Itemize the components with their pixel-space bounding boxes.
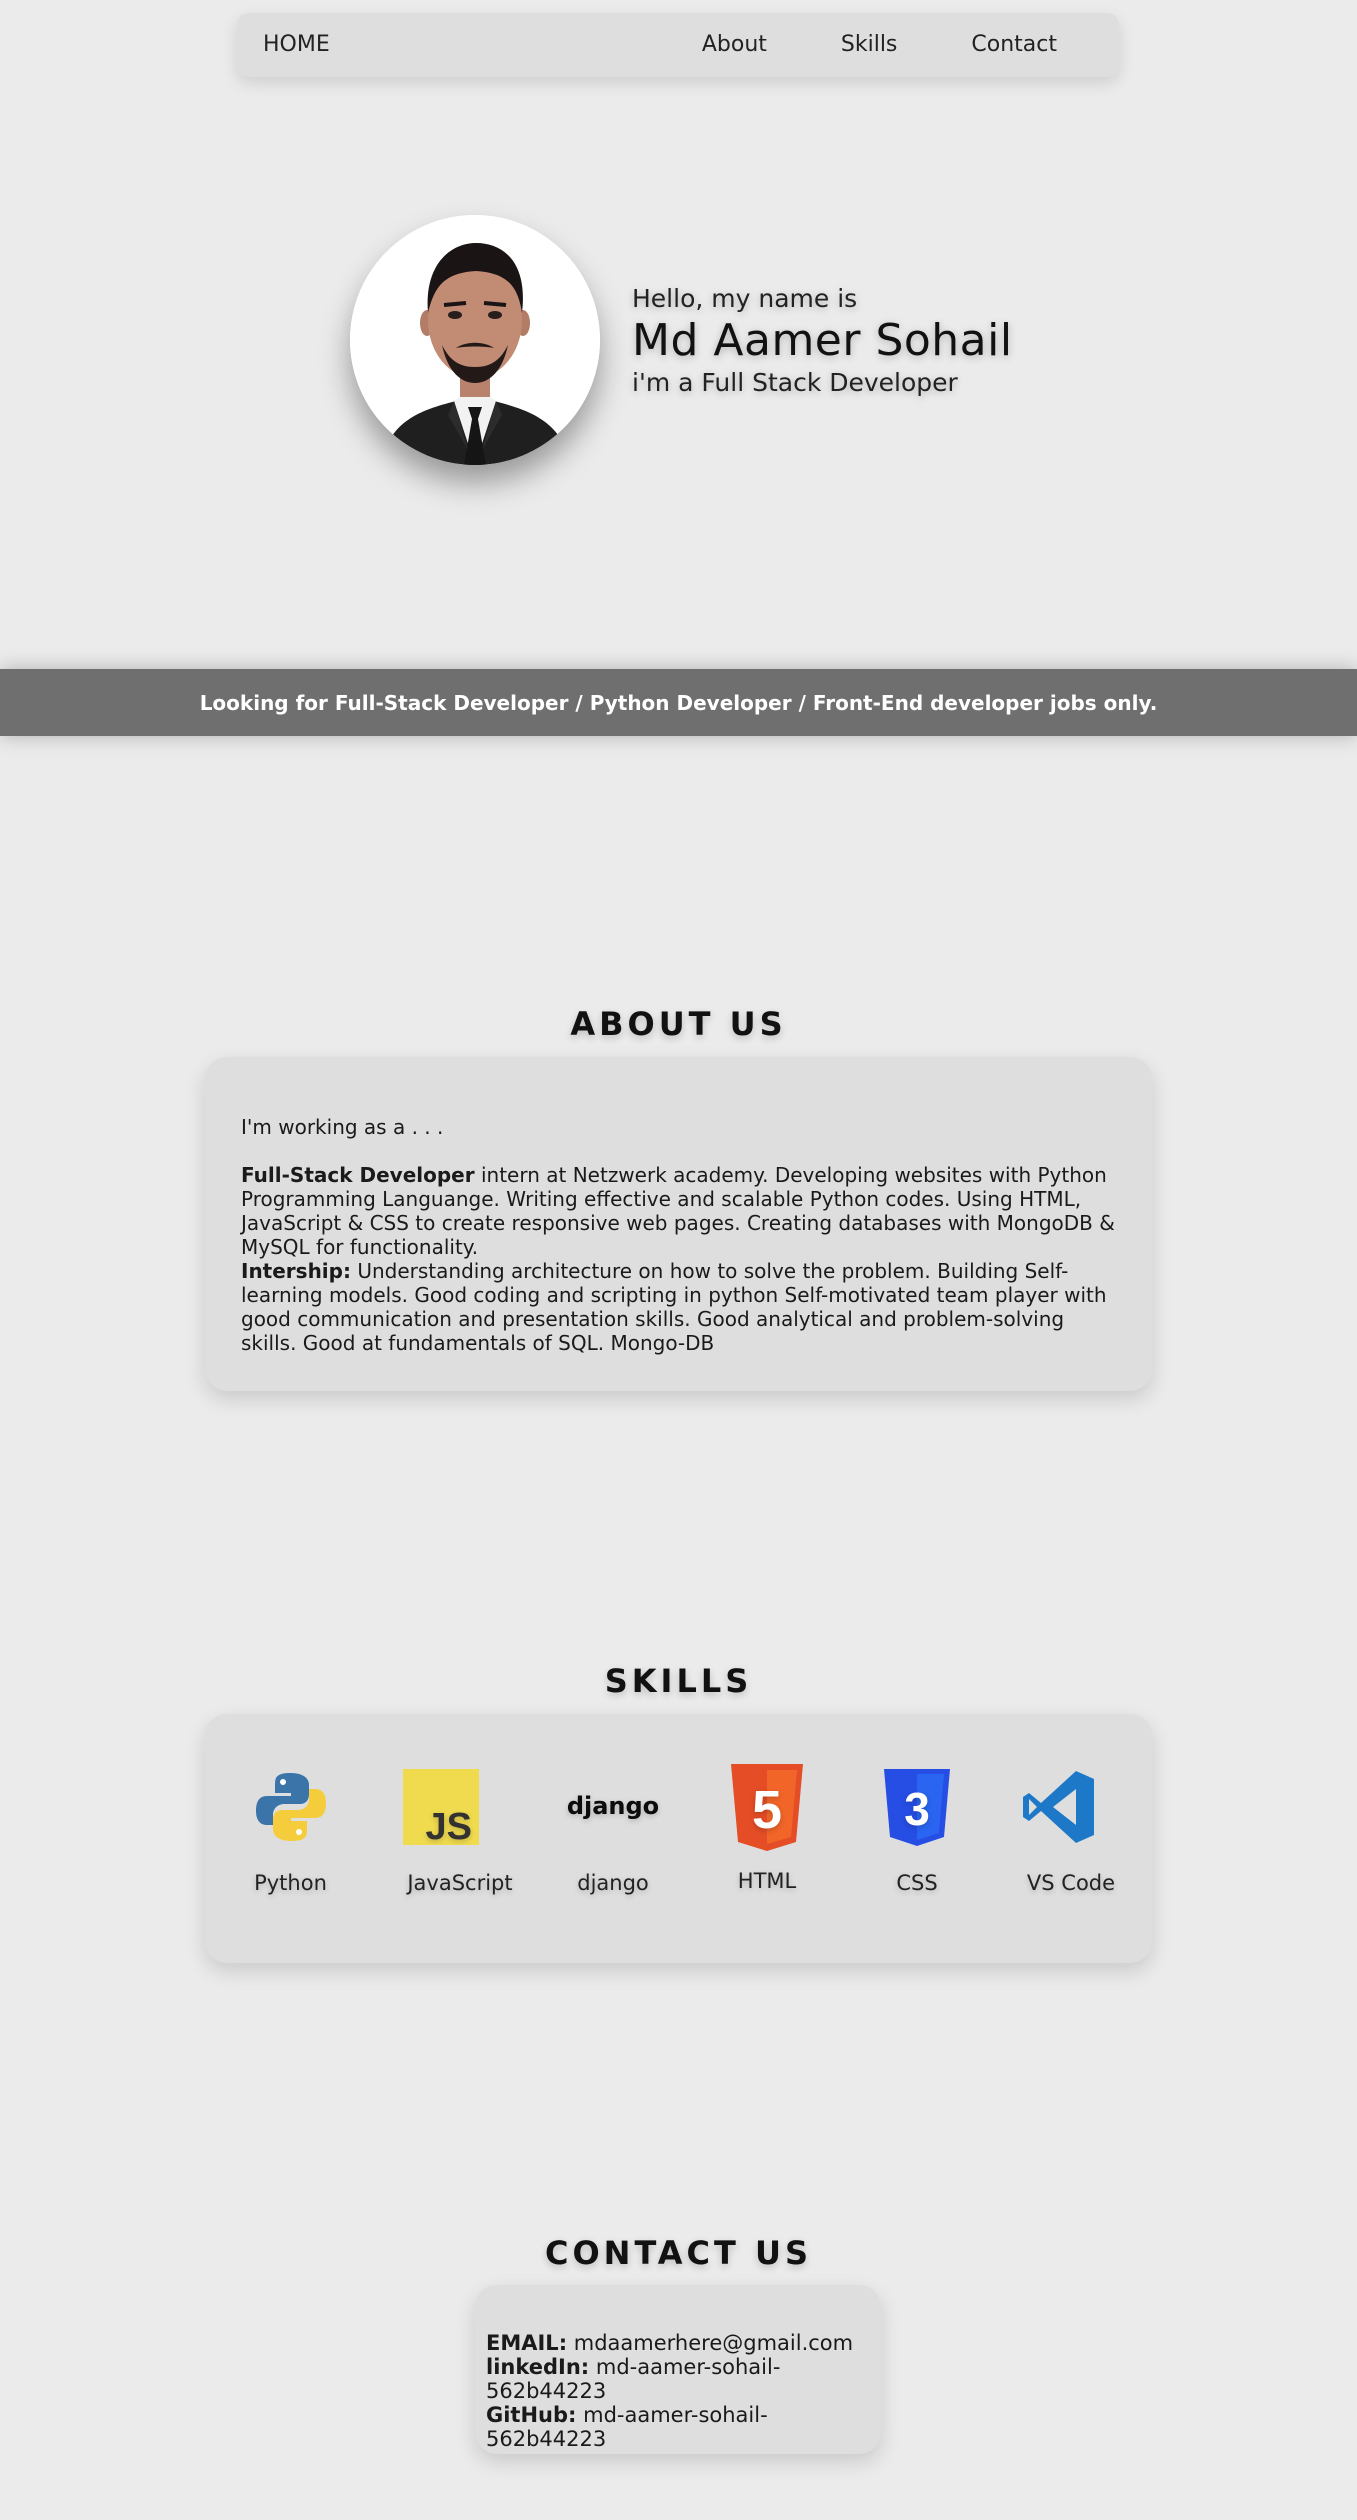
skill-python: Python <box>243 1769 338 1895</box>
skill-django: django django <box>563 1769 663 1895</box>
job-banner: Looking for Full-Stack Developer / Pytho… <box>0 669 1357 736</box>
nav-link-about[interactable]: About <box>702 32 767 57</box>
skill-html: 5 HTML <box>720 1764 814 1893</box>
skills-card: Python JS JavaScript django django 5 HTM… <box>205 1714 1152 1963</box>
javascript-logo-icon: JS <box>403 1769 479 1845</box>
skill-css: 3 CSS <box>870 1769 964 1895</box>
contact-github-label: GitHub: <box>486 2403 577 2427</box>
job-banner-text: Looking for Full-Stack Developer / Pytho… <box>199 690 1158 715</box>
about-title: ABOUT US <box>570 1005 787 1043</box>
about-card: I'm working as a . . . Full-Stack Develo… <box>205 1057 1152 1391</box>
profile-photo <box>350 215 600 465</box>
nav-link-skills[interactable]: Skills <box>841 32 898 57</box>
skill-javascript: JS JavaScript <box>395 1769 525 1895</box>
about-job: Full-Stack Developer intern at Netzwerk … <box>241 1163 1117 1259</box>
contact-email-value[interactable]: mdaamerhere@gmail.com <box>567 2331 853 2355</box>
skill-label: HTML <box>737 1869 797 1893</box>
contact-github: GitHub: md-aamer-sohail-562b44223 <box>486 2403 881 2451</box>
python-logo-icon <box>255 1773 326 1841</box>
nav-link-contact[interactable]: Contact <box>971 32 1057 57</box>
hero-role: i'm a Full Stack Developer <box>632 368 958 397</box>
javascript-logo-text: JS <box>426 1806 472 1845</box>
html5-logo-text: 5 <box>752 1780 782 1840</box>
skills-title: SKILLS <box>604 1662 753 1700</box>
contact-linkedin-label: linkedIn: <box>486 2355 590 2379</box>
contact-email: EMAIL: mdaamerhere@gmail.com <box>486 2331 881 2355</box>
contact-email-label: EMAIL: <box>486 2331 568 2355</box>
about-intern-text: Understanding architecture on how to sol… <box>241 1259 1107 1355</box>
contact-linkedin: linkedIn: md-aamer-sohail-562b44223 <box>486 2355 881 2403</box>
django-logo-text: django <box>567 1792 659 1820</box>
skill-label: JavaScript <box>407 1871 513 1895</box>
contact-title: CONTACT US <box>544 2234 813 2272</box>
django-logo-icon: django <box>567 1792 659 1820</box>
nav-links: About Skills Contact <box>702 32 1057 57</box>
html5-logo-icon: 5 <box>731 1764 803 1851</box>
top-nav: HOME About Skills Contact <box>237 13 1119 77</box>
css3-logo-icon: 3 <box>884 1769 950 1846</box>
person-portrait-icon <box>350 215 600 465</box>
about-internship: Intership: Understanding architecture on… <box>241 1259 1117 1355</box>
skill-label: Python <box>254 1871 327 1895</box>
skill-label: VS Code <box>1026 1871 1116 1895</box>
hero-name: Md Aamer Sohail <box>632 315 1013 366</box>
skill-label: CSS <box>896 1871 938 1895</box>
skill-label: django <box>577 1871 649 1895</box>
css3-logo-text: 3 <box>904 1783 930 1835</box>
about-intro: I'm working as a . . . <box>241 1115 444 1139</box>
hero-intro: Hello, my name is Md Aamer Sohail i'm a … <box>632 284 1013 397</box>
hero-greeting: Hello, my name is <box>632 284 858 313</box>
about-intern-title: Intership: <box>241 1259 351 1283</box>
vscode-logo-icon <box>1023 1771 1094 1843</box>
contact-card: EMAIL: mdaamerhere@gmail.com linkedIn: m… <box>475 2285 881 2454</box>
skill-vscode: VS Code <box>1017 1769 1125 1895</box>
nav-home-link[interactable]: HOME <box>263 32 330 57</box>
about-job-title: Full-Stack Developer <box>241 1163 475 1187</box>
